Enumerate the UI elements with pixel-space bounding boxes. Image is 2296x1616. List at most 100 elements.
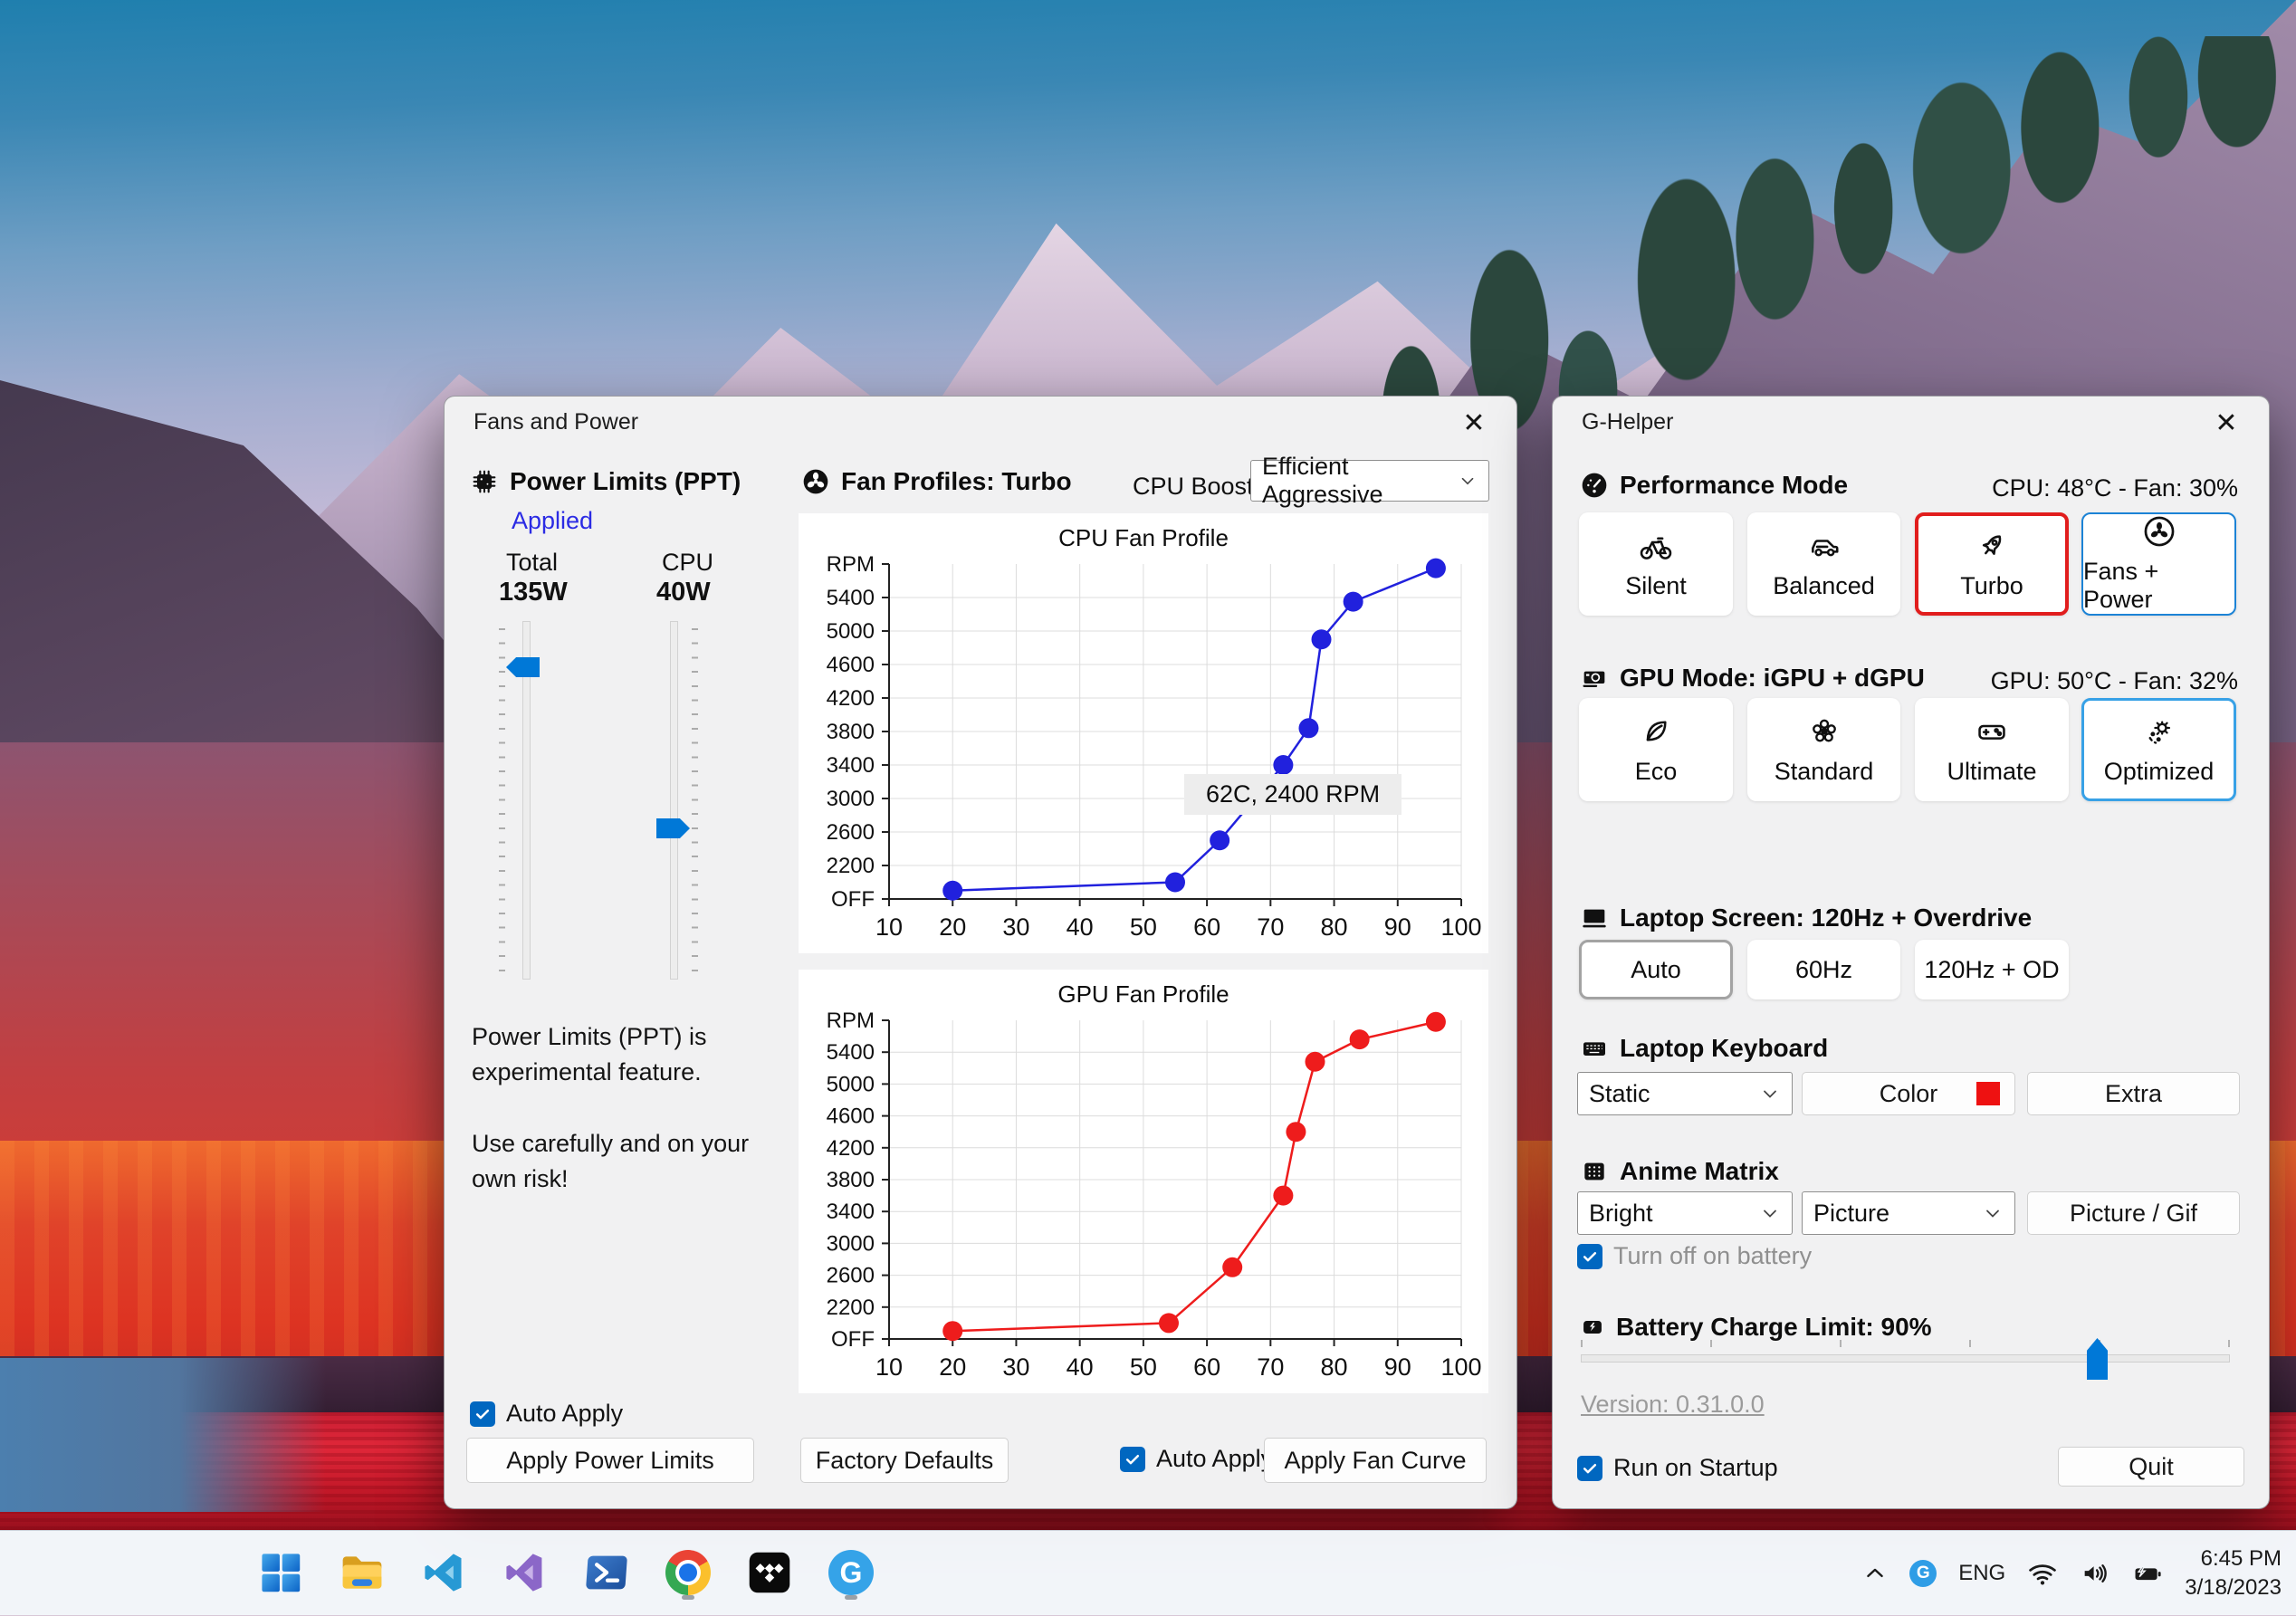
cpu-label: CPU (662, 549, 714, 576)
close-icon[interactable]: ✕ (1444, 402, 1504, 444)
gpu-eco-button[interactable]: Eco (1579, 698, 1733, 801)
svg-text:20: 20 (939, 913, 966, 941)
apply-fan-curve-button[interactable]: Apply Fan Curve (1264, 1438, 1487, 1483)
apply-power-limits-button[interactable]: Apply Power Limits (466, 1438, 754, 1483)
svg-text:60: 60 (1193, 1353, 1220, 1381)
tidal-button[interactable] (741, 1544, 799, 1602)
close-icon[interactable]: ✕ (2196, 402, 2256, 444)
fan-profiles-heading: Fan Profiles: Turbo (801, 467, 1072, 496)
battery-limit-title: Battery Charge Limit: 90% (1616, 1313, 1932, 1341)
total-power-slider[interactable] (490, 621, 562, 980)
matrix-mode-dropdown[interactable]: Picture (1802, 1191, 2015, 1235)
factory-defaults-button[interactable]: Factory Defaults (800, 1438, 1009, 1483)
g-helper-button[interactable]: G (822, 1544, 880, 1602)
chevron-down-icon (1461, 477, 1474, 485)
battery-charging-icon[interactable] (2132, 1558, 2163, 1589)
laptop-screen-icon (1583, 909, 1606, 928)
checkbox-checked-icon[interactable] (1577, 1455, 1602, 1481)
svg-text:100: 100 (1440, 1353, 1481, 1381)
visual-studio-button[interactable] (496, 1544, 554, 1602)
leaf-icon (1646, 720, 1667, 741)
power-auto-apply-row[interactable]: Auto Apply (470, 1400, 623, 1428)
mode-fans-power-button[interactable]: Fans + Power (2081, 512, 2236, 616)
svg-text:4600: 4600 (827, 1104, 875, 1129)
checkbox-checked-icon[interactable] (1577, 1243, 1602, 1269)
cpu-power-slider[interactable] (637, 621, 710, 980)
gpu-standard-button[interactable]: Standard (1747, 698, 1900, 801)
vscode-button[interactable] (415, 1544, 473, 1602)
start-button[interactable] (252, 1544, 310, 1602)
fan-auto-apply-row[interactable]: Auto Apply (1120, 1445, 1273, 1473)
g-helper-icon: G (828, 1550, 874, 1595)
auto-apply-label: Auto Apply (506, 1400, 624, 1427)
cpu-fan-curve-chart[interactable]: 10 20 30 40 50 60 70 80 90 100 OFF 2200 2600 3000 3400… (799, 553, 1488, 948)
checkbox-checked-icon[interactable] (470, 1401, 495, 1427)
gpu-mode-title: GPU Mode: iGPU + dGPU (1620, 664, 1925, 692)
volume-icon[interactable] (2080, 1558, 2110, 1589)
svg-text:4600: 4600 (827, 653, 875, 677)
svg-text:OFF: OFF (831, 1327, 875, 1352)
auto-apply-label: Auto Apply (1156, 1445, 1274, 1472)
version-link[interactable]: Version: 0.31.0.0 (1581, 1391, 1765, 1419)
tray-time: 6:45 PM (2200, 1545, 2282, 1571)
language-indicator[interactable]: ENG (1958, 1561, 2005, 1586)
svg-text:5400: 5400 (827, 586, 875, 610)
file-explorer-button[interactable] (333, 1544, 391, 1602)
screen-60hz-button[interactable]: 60Hz (1747, 940, 1900, 999)
cpu-fan-chart-panel[interactable]: CPU Fan Profile 10 20 30 40 50 60 70 80 90 100 OFF… (799, 513, 1488, 953)
running-indicator (845, 1595, 857, 1600)
gpu-optimized-button-selected[interactable]: Optimized (2081, 698, 2236, 801)
chevron-down-icon (1764, 1210, 1776, 1218)
cpu-chip-icon (473, 470, 496, 493)
screen-auto-button-selected[interactable]: Auto (1579, 940, 1733, 999)
matrix-battery-checkbox-row[interactable]: Turn off on battery (1577, 1242, 1812, 1270)
keyboard-extra-button[interactable]: Extra (2027, 1072, 2240, 1115)
gpu-fan-curve-chart[interactable]: 10 20 30 40 50 60 70 80 90 100 OFF 2200 2600 3000 3400… (799, 1009, 1488, 1388)
gpu-fan-chart-panel[interactable]: GPU Fan Profile 10 20 30 40 50 60 70 80 90 100 OFF… (799, 970, 1488, 1393)
chrome-button[interactable] (659, 1544, 717, 1602)
fan-icon (2144, 516, 2174, 547)
rocket-icon (1982, 534, 2002, 555)
cpu-boost-dropdown[interactable]: Efficient Aggressive (1250, 453, 1489, 508)
screen-120hz-od-button[interactable]: 120Hz + OD (1915, 940, 2069, 999)
svg-text:90: 90 (1384, 1353, 1411, 1381)
svg-text:RPM: RPM (827, 553, 875, 577)
power-limits-title: Power Limits (PPT) (510, 467, 741, 495)
matrix-brightness-dropdown[interactable]: Bright (1577, 1191, 1793, 1235)
svg-text:10: 10 (875, 913, 903, 941)
tidal-icon (749, 1552, 790, 1593)
total-slider-thumb[interactable] (506, 657, 540, 677)
cpu-chart-title: CPU Fan Profile (1058, 524, 1229, 551)
svg-text:80: 80 (1321, 913, 1348, 941)
gpu-ultimate-button[interactable]: Ultimate (1915, 698, 2069, 801)
checkbox-checked-icon[interactable] (1120, 1446, 1145, 1472)
keyboard-color-button[interactable]: Color (1802, 1072, 2015, 1115)
matrix-picture-gif-button[interactable]: Picture / Gif (2027, 1191, 2240, 1235)
tray-chevron-up-icon[interactable] (1862, 1561, 1888, 1586)
applied-status: Applied (512, 507, 594, 534)
flower-icon (1812, 719, 1836, 741)
cpu-slider-thumb[interactable] (656, 818, 690, 838)
mode-balanced-button[interactable]: Balanced (1747, 512, 1900, 616)
wifi-icon[interactable] (2027, 1558, 2058, 1589)
svg-text:RPM: RPM (827, 1009, 875, 1033)
quit-button[interactable]: Quit (2058, 1447, 2244, 1487)
svg-text:3800: 3800 (827, 720, 875, 744)
clock[interactable]: 6:45 PM 3/18/2023 (2185, 1544, 2282, 1603)
powershell-button[interactable] (578, 1544, 636, 1602)
mode-turbo-button-selected[interactable]: Turbo (1915, 512, 2069, 616)
total-label: Total (506, 549, 559, 576)
mode-silent-button[interactable]: Silent (1579, 512, 1733, 616)
battery-slider-track[interactable] (1581, 1354, 2230, 1363)
svg-text:5000: 5000 (827, 1072, 875, 1096)
slider-track[interactable] (670, 621, 678, 980)
running-indicator (682, 1595, 694, 1600)
keyboard-icon (1583, 1042, 1605, 1056)
gpu-chart-title: GPU Fan Profile (1057, 980, 1229, 1008)
keyboard-mode-dropdown[interactable]: Static (1577, 1072, 1793, 1115)
slider-ticks (499, 628, 505, 972)
run-on-startup-row[interactable]: Run on Startup (1577, 1454, 1778, 1482)
total-value: 135W (499, 578, 568, 607)
g-helper-tray-icon[interactable]: G (1909, 1560, 1937, 1587)
mode-label: Ultimate (1947, 757, 2037, 785)
